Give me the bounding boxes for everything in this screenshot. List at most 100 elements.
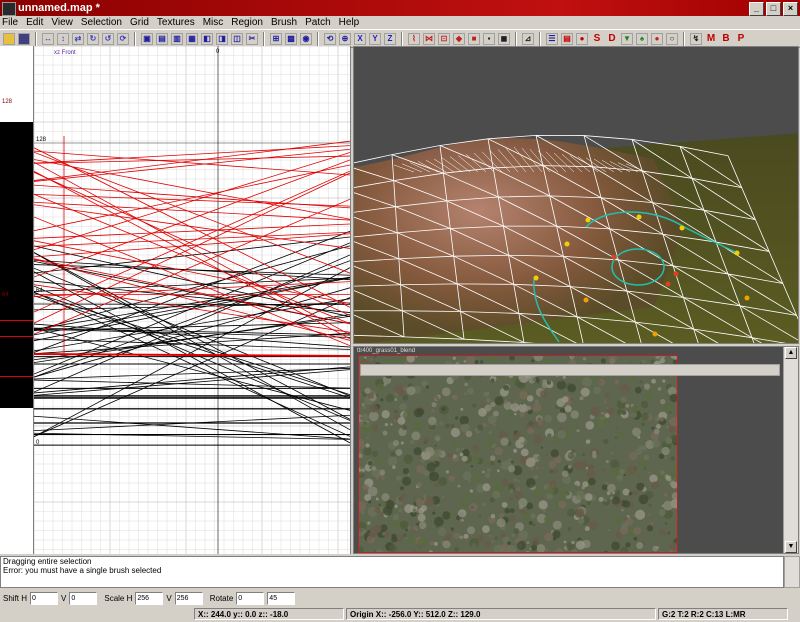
menu-region[interactable]: Region <box>231 16 263 29</box>
surface-inspector-bar: Shift H V Scale H V Rotate <box>0 589 800 607</box>
menu-patch[interactable]: Patch <box>305 16 331 29</box>
entity-filter-icon[interactable]: ● <box>651 32 663 45</box>
select-partial-tall-icon[interactable]: ▥ <box>171 32 183 45</box>
toolbar-separator <box>35 31 37 46</box>
grid-label-128: 128 <box>36 137 47 143</box>
flip-x-icon[interactable]: ↔ <box>42 32 54 45</box>
menu-grid[interactable]: Grid <box>130 16 149 29</box>
camera-view[interactable] <box>353 46 799 344</box>
lighting-icon[interactable]: ○ <box>666 32 678 45</box>
select-complete-tall-icon[interactable]: ▣ <box>141 32 153 45</box>
rotate-z-icon[interactable]: ⟳ <box>117 32 129 45</box>
select-inside-icon[interactable]: ▦ <box>186 32 198 45</box>
menu-bar: File Edit View Selection Grid Textures M… <box>0 16 800 29</box>
shift-v-label: V <box>61 593 67 603</box>
z-selection-line <box>0 376 33 377</box>
app-icon[interactable] <box>2 2 16 16</box>
menu-edit[interactable]: Edit <box>26 16 43 29</box>
view-x-button[interactable]: X <box>354 32 366 45</box>
ortho-view-xz[interactable]: xz Front 0 128 64 0 <box>34 46 351 554</box>
z-selection-line <box>0 320 33 321</box>
patch-show-icon[interactable]: ■ <box>468 32 480 45</box>
change-views-icon[interactable]: ⊞ <box>270 32 282 45</box>
toolbar-separator <box>515 31 517 46</box>
patch-drill-icon[interactable]: ◆ <box>453 32 465 45</box>
filter-icon[interactable]: ▼ <box>621 32 633 45</box>
menu-selection[interactable]: Selection <box>81 16 122 29</box>
camera-view-icon[interactable]: ◉ <box>300 32 312 45</box>
mode-m-button[interactable]: M <box>705 32 717 45</box>
grid-label-0: 0 <box>36 440 40 446</box>
texture-filter-bar[interactable] <box>360 364 780 376</box>
camera-render <box>354 133 798 343</box>
texture-lock-icon[interactable]: ● <box>576 32 588 45</box>
scale-h-input[interactable] <box>135 591 164 605</box>
grass-texture <box>359 356 677 552</box>
clipper-icon[interactable]: ✂ <box>246 32 258 45</box>
texture-browser[interactable]: ttr400_grass01_blend ▲ ▼ <box>353 346 799 554</box>
patch-filter-icon[interactable]: ♠ <box>636 32 648 45</box>
mode-b-button[interactable]: B <box>720 32 732 45</box>
texture-paint-icon[interactable]: ↯ <box>690 32 702 45</box>
scroll-down-icon[interactable]: ▼ <box>785 541 797 553</box>
texture-name-label: ttr400_grass01_blend <box>357 348 416 354</box>
grid-label-64: 64 <box>36 288 43 294</box>
menu-help[interactable]: Help <box>339 16 360 29</box>
zoom-icon[interactable]: ⊕ <box>339 32 351 45</box>
select-touching-icon[interactable]: ▤ <box>156 32 168 45</box>
patch-texture-icon[interactable]: ▪ <box>483 32 495 45</box>
patch-cap-icon[interactable]: ◼ <box>498 32 510 45</box>
csg-merge-icon[interactable]: ◨ <box>216 32 228 45</box>
menu-view[interactable]: View <box>51 16 73 29</box>
menu-textures[interactable]: Textures <box>157 16 195 29</box>
menu-brush[interactable]: Brush <box>271 16 297 29</box>
toolbar-separator <box>317 31 319 46</box>
patch-bend-icon[interactable]: ⌇ <box>408 32 420 45</box>
scroll-up-icon[interactable]: ▲ <box>785 347 797 359</box>
close-button[interactable]: × <box>783 2 798 16</box>
toolbar-separator <box>263 31 265 46</box>
entity-list-icon[interactable]: ☰ <box>546 32 558 45</box>
dont-select-curve-button[interactable]: D <box>606 32 618 45</box>
z-selection-line <box>0 336 33 337</box>
save-icon[interactable] <box>18 32 30 45</box>
flip-y-icon[interactable]: ↕ <box>57 32 69 45</box>
menu-file[interactable]: File <box>2 16 18 29</box>
console-scrollbar[interactable] <box>784 556 800 588</box>
z-view[interactable]: 128 64 <box>0 46 34 554</box>
mode-p-button[interactable]: P <box>735 32 747 45</box>
ortho-grid-canvas <box>34 46 350 554</box>
scale-h-label: Scale H <box>104 593 133 603</box>
rotate-x-icon[interactable]: ↻ <box>87 32 99 45</box>
shift-v-input[interactable] <box>69 591 98 605</box>
patch-insdel-icon[interactable]: ⋈ <box>423 32 435 45</box>
view-z-button[interactable]: Z <box>384 32 396 45</box>
z-tick-label: 128 <box>2 99 13 105</box>
console-line: Error: you must have a single brush sele… <box>3 566 162 575</box>
scale-lock-s-button[interactable]: S <box>591 32 603 45</box>
texture-scrollbar[interactable]: ▲ ▼ <box>783 347 798 553</box>
show-shaders-icon[interactable]: ▤ <box>561 32 573 45</box>
lock-icon[interactable]: ⊿ <box>522 32 534 45</box>
rotate-step-input[interactable] <box>267 591 296 605</box>
toolbar-separator <box>134 31 136 46</box>
top-axis-label: 0 <box>216 49 220 55</box>
csg-subtract-icon[interactable]: ◧ <box>201 32 213 45</box>
hollow-icon[interactable]: ◫ <box>231 32 243 45</box>
view-y-button[interactable]: Y <box>369 32 381 45</box>
rotate-input[interactable] <box>236 591 265 605</box>
maximize-button[interactable]: □ <box>766 2 781 16</box>
minimize-button[interactable]: _ <box>749 2 764 16</box>
texture-view-icon[interactable]: ▩ <box>285 32 297 45</box>
rotate-y-icon[interactable]: ↺ <box>102 32 114 45</box>
menu-misc[interactable]: Misc <box>203 16 224 29</box>
view-cycle-icon[interactable]: ⟲ <box>324 32 336 45</box>
shift-h-input[interactable] <box>30 591 59 605</box>
open-folder-icon[interactable] <box>3 32 15 45</box>
patch-weld-icon[interactable]: ⊡ <box>438 32 450 45</box>
flip-z-icon[interactable]: ⇄ <box>72 32 84 45</box>
texture-thumbnail[interactable] <box>358 355 678 553</box>
window-title: unnamed.map * <box>18 2 100 14</box>
scale-v-input[interactable] <box>174 591 203 605</box>
console-log[interactable]: Dragging entire selection Error: you mus… <box>0 556 784 588</box>
